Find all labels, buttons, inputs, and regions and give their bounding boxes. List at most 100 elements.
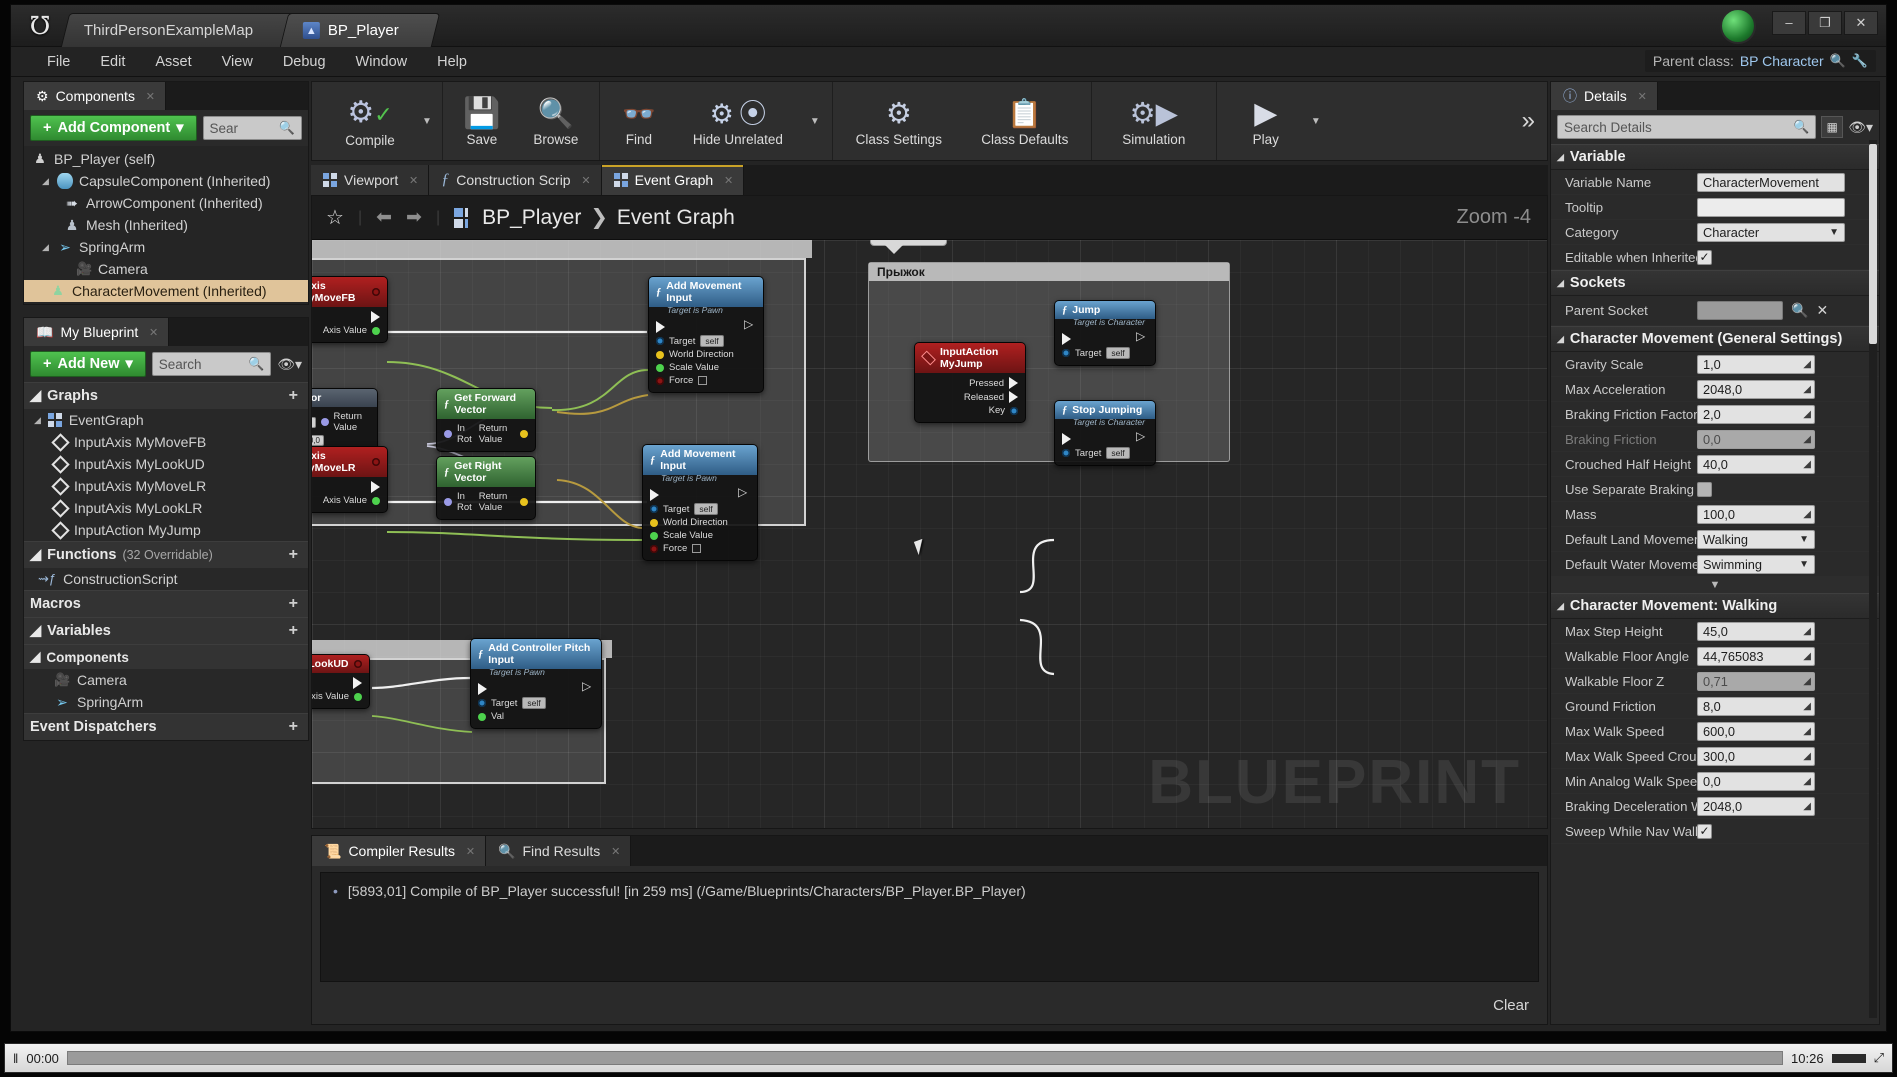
default-land-movement-dropdown[interactable]: Walking ▼ bbox=[1697, 529, 1815, 549]
node-get-forward-vector[interactable]: ƒ Get Forward Vector In Rot Return Value bbox=[436, 388, 536, 452]
hide-unrelated-button[interactable]: ⚙ ⦿ Hide Unrelated bbox=[680, 96, 796, 147]
close-icon[interactable]: ✕ bbox=[611, 845, 620, 858]
pin-exec-out[interactable] bbox=[312, 676, 369, 690]
pin-axis-value[interactable]: Axis Value bbox=[312, 690, 369, 703]
close-button[interactable]: ✕ bbox=[1844, 11, 1878, 35]
list-item[interactable]: InputAxis MyMoveLR bbox=[24, 475, 308, 497]
spinner-icon[interactable]: ◢ bbox=[1803, 751, 1811, 762]
expand-arrow-icon[interactable]: ◢ bbox=[1557, 334, 1564, 345]
add-graph-button[interactable]: + bbox=[289, 387, 302, 405]
rotator-field-1[interactable]: 0,0 bbox=[312, 416, 316, 428]
section-functions[interactable]: ◢ Functions (32 Overridable) + bbox=[24, 541, 308, 568]
menu-window[interactable]: Window bbox=[342, 50, 422, 74]
target-value[interactable]: self bbox=[700, 335, 724, 347]
expand-arrow-icon[interactable]: ◢ bbox=[34, 415, 41, 426]
gravity-scale-input[interactable]: 1,0 ◢ bbox=[1697, 354, 1815, 374]
sweep-while-nav-walking-checkbox[interactable]: ✓ bbox=[1697, 823, 1712, 839]
grid-icon[interactable]: ▦ bbox=[1821, 116, 1844, 138]
tree-item-arrow-component[interactable]: ➠ ArrowComponent (Inherited) bbox=[24, 192, 308, 214]
log-entry[interactable]: • [5893,01] Compile of BP_Player success… bbox=[333, 883, 1526, 899]
spinner-icon[interactable]: ◢ bbox=[1803, 459, 1811, 470]
tree-item-bp-player-self[interactable]: ♟ BP_Player (self) bbox=[24, 148, 308, 170]
list-item[interactable]: InputAxis MyMoveFB bbox=[24, 431, 308, 453]
add-new-button[interactable]: + Add New ▾ bbox=[30, 351, 146, 377]
expand-arrow-icon[interactable]: ◢ bbox=[1557, 152, 1564, 163]
pin-exec[interactable] bbox=[471, 679, 601, 696]
pin-force[interactable]: Force bbox=[649, 374, 763, 387]
default-water-movement-dropdown[interactable]: Swimming ▼ bbox=[1697, 554, 1815, 574]
forward-arrow-icon[interactable]: ➡ bbox=[406, 206, 422, 229]
spinner-icon[interactable]: ◢ bbox=[1803, 626, 1811, 637]
pin-scale-value[interactable]: Scale Value bbox=[649, 361, 763, 374]
chevron-down-icon[interactable]: ▼ bbox=[422, 116, 432, 127]
tab-event-graph[interactable]: Event Graph ✕ bbox=[601, 165, 745, 195]
spinner-icon[interactable]: ◢ bbox=[1803, 359, 1811, 370]
node-input-axis-mymovelr[interactable]: tAxis MyMoveLR Axis Value bbox=[312, 446, 388, 513]
expand-more-button[interactable]: ▼ bbox=[1551, 577, 1879, 593]
tab-compiler-results[interactable]: 📜 Compiler Results ✕ bbox=[312, 836, 487, 866]
clear-icon[interactable]: ✕ bbox=[1816, 302, 1828, 319]
node-add-movement-input-2[interactable]: ƒ Add Movement Input Target is Pawn Targ… bbox=[642, 444, 758, 561]
close-icon[interactable]: ✕ bbox=[1638, 90, 1647, 103]
favorite-star-icon[interactable]: ☆ bbox=[326, 205, 344, 230]
delegate-pin-icon[interactable] bbox=[372, 458, 380, 466]
node-add-movement-input-1[interactable]: ƒ Add Movement Input Target is Pawn Targ… bbox=[648, 276, 764, 393]
list-item[interactable]: InputAxis MyLookLR bbox=[24, 497, 308, 519]
search-icon[interactable]: 🔍 bbox=[1830, 53, 1846, 69]
blueprint-canvas[interactable]: tAxis MyMoveFB Axis Value bbox=[312, 240, 1547, 828]
menu-edit[interactable]: Edit bbox=[86, 50, 139, 74]
min-analog-walk-speed-input[interactable]: 0,0 ◢ bbox=[1697, 771, 1815, 791]
spinner-icon[interactable]: ◢ bbox=[1803, 726, 1811, 737]
force-checkbox[interactable] bbox=[698, 376, 708, 385]
tree-item-character-movement[interactable]: ♟ CharacterMovement (Inherited) bbox=[24, 280, 308, 302]
toolbar-overflow-button[interactable]: » bbox=[1522, 107, 1535, 135]
progress-slider[interactable] bbox=[66, 1051, 1784, 1065]
max-walk-speed-crouched-input[interactable]: 300,0 ◢ bbox=[1697, 746, 1815, 766]
pause-icon[interactable]: ‖ bbox=[13, 1051, 18, 1066]
pin-target[interactable]: Target self bbox=[1055, 346, 1155, 360]
max-walk-speed-input[interactable]: 600,0 ◢ bbox=[1697, 721, 1815, 741]
pin-axis-value[interactable]: Axis Value bbox=[312, 494, 387, 507]
list-item-construction-script[interactable]: ⇝ƒ ConstructionScript bbox=[24, 568, 308, 590]
parent-socket-input[interactable] bbox=[1697, 301, 1783, 320]
pin-val[interactable]: Val bbox=[471, 710, 601, 723]
tree-item-spring-arm[interactable]: ◢ ➢ SpringArm bbox=[24, 236, 308, 258]
section-macros[interactable]: Macros + bbox=[24, 590, 308, 617]
section-variables[interactable]: ◢ Variables + bbox=[24, 617, 308, 644]
maximize-button[interactable]: ❐ bbox=[1808, 11, 1842, 35]
menu-help[interactable]: Help bbox=[423, 50, 481, 74]
tree-item-capsule-component[interactable]: ◢ CapsuleComponent (Inherited) bbox=[24, 170, 308, 192]
variable-name-input[interactable]: CharacterMovement bbox=[1697, 172, 1845, 192]
window-tab-map[interactable]: ThirdPersonExampleMap bbox=[60, 13, 295, 47]
tooltip-input[interactable] bbox=[1697, 197, 1845, 217]
add-event-dispatcher-button[interactable]: + bbox=[289, 718, 302, 736]
target-value[interactable]: self bbox=[1106, 447, 1130, 459]
expand-arrow-icon[interactable]: ◢ bbox=[30, 649, 40, 665]
tab-components[interactable]: ⚙ Components ✕ bbox=[24, 82, 166, 110]
node-input-action-myjump[interactable]: InputAction MyJump Pressed Released Key bbox=[914, 342, 1026, 423]
add-component-button[interactable]: + Add Component ▾ bbox=[30, 115, 197, 141]
class-defaults-button[interactable]: 📋 Class Defaults bbox=[973, 96, 1077, 147]
details-scrollbar-thumb[interactable] bbox=[1869, 144, 1877, 344]
tab-find-results[interactable]: 🔍 Find Results ✕ bbox=[486, 836, 632, 866]
node-get-right-vector[interactable]: ƒ Get Right Vector In Rot Return Value bbox=[436, 456, 536, 520]
pin-exec[interactable] bbox=[643, 485, 757, 502]
max-step-height-input[interactable]: 45,0 ◢ bbox=[1697, 621, 1815, 641]
components-search-input[interactable]: Sear 🔍 bbox=[202, 116, 302, 140]
expand-arrow-icon[interactable]: ◢ bbox=[1557, 278, 1564, 289]
section-sockets[interactable]: ◢ Sockets bbox=[1551, 270, 1879, 296]
browse-button[interactable]: 🔍 Browse bbox=[525, 96, 587, 147]
compile-button[interactable]: ⚙✓ Compile bbox=[322, 95, 418, 148]
node-input-axis-mymovefb[interactable]: tAxis MyMoveFB Axis Value bbox=[312, 276, 388, 343]
pin-released[interactable]: Released bbox=[915, 390, 1025, 404]
pin-row[interactable]: ll)0,0 Return Value bbox=[312, 410, 377, 434]
chevron-down-icon[interactable]: ▼ bbox=[1311, 116, 1321, 127]
mass-input[interactable]: 100,0 ◢ bbox=[1697, 504, 1815, 524]
target-value[interactable]: self bbox=[1106, 347, 1130, 359]
add-function-button[interactable]: + bbox=[289, 546, 302, 564]
section-variable[interactable]: ◢ Variable bbox=[1551, 144, 1879, 170]
tab-details[interactable]: ⓘ Details ✕ bbox=[1551, 82, 1658, 110]
pin-exec-out[interactable] bbox=[312, 310, 387, 324]
breadcrumb-root[interactable]: BP_Player bbox=[482, 206, 581, 230]
use-separate-braking-checkbox[interactable] bbox=[1697, 481, 1712, 497]
